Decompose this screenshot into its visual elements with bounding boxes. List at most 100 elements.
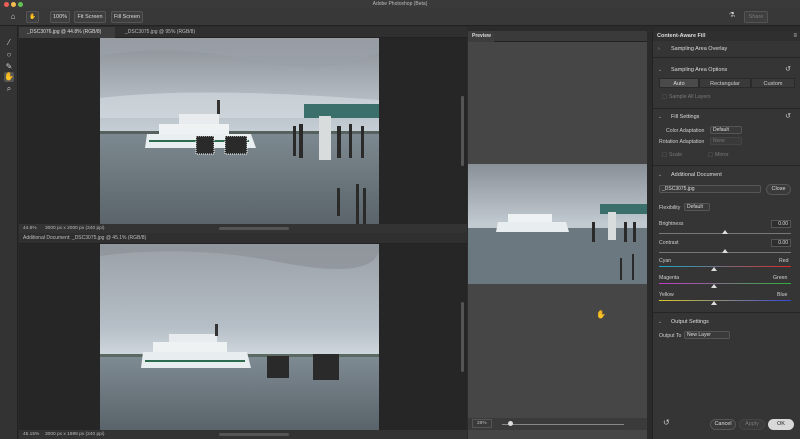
contrast-label: Contrast — [659, 240, 679, 246]
magenta-green-thumb[interactable] — [711, 284, 717, 288]
color-adaptation-select[interactable]: Default — [710, 126, 742, 134]
red-label: Red — [779, 258, 789, 264]
additional-horizontal-scrollbar[interactable] — [219, 433, 289, 436]
zoom-icon[interactable]: ⌕ — [4, 84, 14, 94]
content-aware-fill-panel: Content-Aware Fill ≡ › Sampling Area Ove… — [652, 31, 800, 439]
rotation-adaptation-select[interactable]: None — [710, 137, 742, 145]
app-title: Adobe Photoshop (Beta) — [372, 1, 428, 7]
tab-dsc3075[interactable]: _DSC3075.jpg @ 95% (RGB/8) — [117, 27, 227, 38]
chevron-down-icon[interactable]: ⌄ — [658, 64, 662, 76]
flexibility-label: Flexibility — [659, 205, 681, 211]
doc1-info: 3000 px x 2000 px (240 ppi) — [45, 226, 105, 231]
section-output-settings[interactable]: ⌄ Output Settings — [653, 316, 800, 328]
photo-ferry-top — [100, 38, 379, 224]
tab-preview[interactable]: Preview — [468, 31, 494, 42]
contrast-thumb[interactable] — [722, 249, 728, 253]
preview-zoom-thumb[interactable] — [508, 421, 514, 426]
contrast-value[interactable]: 0.00 — [771, 239, 791, 247]
apply-button[interactable]: Apply — [739, 419, 765, 430]
lasso-icon[interactable]: ○ — [4, 50, 14, 60]
cyan-red-thumb[interactable] — [711, 267, 717, 271]
brightness-value[interactable]: 0.00 — [771, 220, 791, 228]
additional-status-bar: 45.15% 3000 px x 1989 px (240 ppi) — [19, 430, 467, 439]
flexibility-select[interactable]: Default — [684, 203, 710, 211]
sampling-rectangular-button[interactable]: Rectangular — [699, 78, 751, 88]
section-sampling-overlay[interactable]: › Sampling Area Overlay — [653, 43, 800, 55]
magenta-label: Magenta — [659, 275, 680, 281]
output-to-select[interactable]: New Layer — [684, 331, 730, 339]
hand-tool-icon[interactable]: ✋ — [4, 72, 14, 82]
section-sampling-options[interactable]: ⌄ Sampling Area Options ↺ — [653, 64, 800, 76]
reset-icon[interactable]: ↺ — [785, 111, 791, 123]
tab-dsc3076[interactable]: _DSC3076.jpg @ 44.8% (RGB/8) — [19, 27, 115, 38]
color-adaptation-label: Color Adaptation — [666, 128, 705, 134]
panel-menu-icon[interactable]: ≡ — [793, 31, 797, 41]
fill-screen-button[interactable]: Fill Screen — [111, 11, 143, 23]
reset-icon[interactable]: ↺ — [785, 64, 791, 76]
document-canvas[interactable] — [19, 38, 467, 224]
home-icon[interactable]: ⌂ — [8, 12, 18, 22]
close-document-button[interactable]: Close — [766, 184, 791, 195]
fit-screen-button[interactable]: Fit Screen — [74, 11, 106, 23]
additional-document-canvas[interactable] — [19, 244, 467, 430]
brightness-thumb[interactable] — [722, 230, 728, 234]
flask-icon[interactable]: ⚗ — [727, 11, 737, 21]
chevron-down-icon[interactable]: ⌄ — [658, 111, 662, 123]
cyan-red-slider[interactable] — [659, 266, 791, 267]
eyedropper-icon[interactable]: ✎ — [4, 62, 14, 72]
green-label: Green — [773, 275, 788, 281]
doc1-zoom: 44.8% — [23, 226, 37, 231]
additional-document-title: Additional Document: _DSC3075.jpg @ 45.1… — [23, 235, 147, 241]
section-additional-document[interactable]: ⌄ Additional Document — [653, 169, 800, 181]
hand-icon[interactable]: ✋ — [26, 11, 39, 23]
ok-button[interactable]: OK — [768, 419, 794, 430]
preview-zoom-bar: 28% — [468, 418, 647, 430]
additional-document-select[interactable]: _DSC3075.jpg — [659, 185, 761, 193]
hand-cursor-icon: ✋ — [596, 310, 606, 319]
scale-checkbox[interactable] — [662, 152, 667, 157]
preview-divider[interactable] — [461, 96, 464, 166]
title-bar: Adobe Photoshop (Beta) — [0, 0, 800, 8]
rotation-adaptation-label: Rotation Adaptation — [659, 139, 705, 145]
yellow-blue-slider[interactable] — [659, 300, 791, 301]
share-button[interactable]: Share — [744, 11, 768, 23]
document-status-bar: 44.8% 3000 px x 2000 px (240 ppi) — [19, 224, 467, 233]
cancel-button[interactable]: Cancel — [710, 419, 736, 430]
yellow-label: Yellow — [659, 292, 674, 298]
chevron-down-icon[interactable]: ⌄ — [658, 316, 662, 328]
sample-all-layers-label: Sample All Layers — [669, 94, 711, 100]
divider — [653, 57, 800, 58]
mirror-label: Mirror — [715, 152, 729, 158]
divider — [653, 312, 800, 313]
reset-all-icon[interactable]: ↺ — [663, 418, 670, 427]
brightness-label: Brightness — [659, 221, 684, 227]
zoom-100-button[interactable]: 100% — [50, 11, 70, 23]
chevron-right-icon[interactable]: › — [658, 43, 660, 55]
sampling-custom-button[interactable]: Custom — [751, 78, 795, 88]
brush-icon[interactable]: ⁄ — [4, 38, 14, 48]
chevron-down-icon[interactable]: ⌄ — [658, 169, 662, 181]
sample-all-layers-checkbox[interactable] — [662, 94, 667, 99]
sampling-auto-button[interactable]: Auto — [659, 78, 699, 88]
doc2-zoom: 45.15% — [23, 432, 40, 437]
divider — [653, 165, 800, 166]
yellow-blue-thumb[interactable] — [711, 301, 717, 305]
scale-label: Scale — [669, 152, 682, 158]
blue-label: Blue — [777, 292, 788, 298]
canvas-horizontal-scrollbar[interactable] — [219, 227, 289, 230]
divider — [653, 108, 800, 109]
document-tabs: _DSC3076.jpg @ 44.8% (RGB/8) _DSC3075.jp… — [19, 27, 467, 38]
photo-ferry-bottom — [100, 244, 379, 430]
section-fill-settings[interactable]: ⌄ Fill Settings ↺ — [653, 111, 800, 123]
preview-zoom-slider[interactable] — [502, 424, 624, 425]
options-bar: ⌂ ✋ 100% Fit Screen Fill Screen ⚗ Share — [0, 8, 800, 26]
output-to-label: Output To — [659, 333, 682, 339]
additional-vertical-scrollbar[interactable] — [461, 302, 464, 372]
tools-panel: ⁄ ○ ✎ ✋ ⌕ — [0, 26, 18, 439]
preview-zoom-value[interactable]: 28% — [472, 419, 492, 428]
magenta-green-slider[interactable] — [659, 283, 791, 284]
sampling-area-segmented: Auto Rectangular Custom — [659, 78, 795, 88]
preview-tabbar: Preview — [468, 31, 647, 42]
mirror-checkbox[interactable] — [708, 152, 713, 157]
preview-panel: ✋ 28% — [468, 42, 647, 439]
